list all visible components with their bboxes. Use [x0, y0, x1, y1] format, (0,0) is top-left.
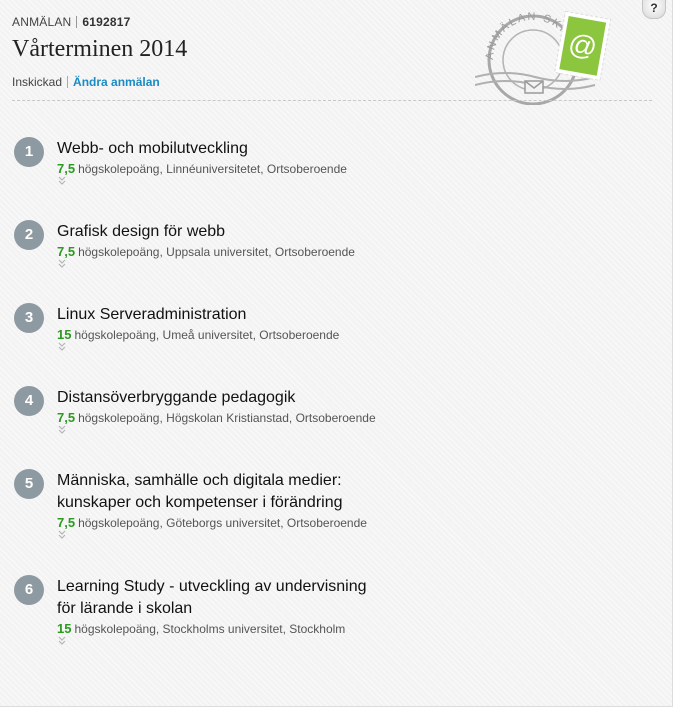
header-divider: [12, 100, 652, 101]
sent-stamp: ANMÄLAN SKICKAD @: [475, 5, 612, 105]
course-title: Webb- och mobilutveckling: [57, 138, 617, 160]
priority-badge: 4: [14, 386, 44, 416]
course-title: Linux Serveradministration: [57, 304, 617, 326]
course-meta: 15 högskolepoäng, Stockholms universitet,…: [57, 621, 346, 636]
course-details: Människa, samhälle och digitala medier: k…: [57, 462, 617, 540]
help-button[interactable]: ?: [642, 0, 666, 19]
kicker-separator: [76, 16, 78, 28]
priority-badge: 1: [14, 137, 44, 167]
expand-details-chevron-icon[interactable]: [57, 636, 69, 646]
course-university: Stockholms universitet: [162, 622, 283, 636]
credits-unit: högskolepoäng: [78, 245, 160, 259]
priority-badge: 5: [14, 469, 44, 499]
course-location: Stockholm: [289, 622, 346, 636]
credits-unit: högskolepoäng: [78, 162, 160, 176]
credits-unit: högskolepoäng: [74, 328, 156, 342]
credits-unit: högskolepoäng: [78, 411, 160, 425]
expand-details-chevron-icon[interactable]: [57, 425, 69, 435]
course-location: Ortsoberoende: [259, 328, 340, 342]
course-credits: 7,5: [57, 515, 76, 530]
course-location: Ortsoberoende: [286, 516, 367, 530]
course-university: Uppsala universitet: [166, 245, 269, 259]
course-title-line: Distansöverbryggande pedagogik: [57, 389, 296, 406]
expand-details-chevron-icon[interactable]: [57, 342, 69, 352]
course-title-line: Learning Study - utveckling av undervisn…: [57, 578, 367, 595]
course-credits: 7,5: [57, 410, 76, 425]
course-details: Distansöverbryggande pedagogik 7,5 högskol…: [57, 379, 617, 435]
status-row: Inskickad Ändra anmälan: [12, 75, 187, 89]
page-title: Vårterminen 2014: [12, 36, 188, 62]
course-details: Grafisk design för webb 7,5 högskolepoäng,…: [57, 213, 617, 269]
credits-unit: högskolepoäng: [74, 622, 156, 636]
application-header: ANMÄLAN 6192817 Vårterminen 2014 Inskick…: [12, 15, 187, 89]
course-title: Grafisk design för webb: [57, 221, 617, 243]
credits-unit: högskolepoäng: [78, 516, 160, 530]
course-details: Learning Study - utveckling av undervisn…: [57, 568, 617, 646]
course-meta: 7,5 högskolepoäng, Linnéuniversitetet, Or…: [57, 161, 347, 176]
course-title: Människa, samhälle och digitala medier: k…: [57, 470, 617, 514]
course-university: Högskolan Kristianstad: [166, 411, 289, 425]
course-details: Webb- och mobilutveckling 7,5 högskolepoän…: [57, 130, 617, 186]
course-location: Ortsoberoende: [266, 162, 347, 176]
priority-badge: 6: [14, 575, 44, 605]
course-meta: 15 högskolepoäng, Umeå universitet, Ortso…: [57, 327, 340, 342]
edit-application-link[interactable]: Ändra anmälan: [73, 75, 160, 89]
priority-badge: 2: [14, 220, 44, 250]
course-title-line: Webb- och mobilutveckling: [57, 140, 248, 157]
priority-badge: 3: [14, 303, 44, 333]
course-credits: 7,5: [57, 244, 76, 259]
course-title-line: för lärande i skolan: [57, 600, 193, 617]
expand-details-chevron-icon[interactable]: [57, 176, 69, 186]
course-meta: 7,5 högskolepoäng, Högskolan Kristianstad…: [57, 410, 376, 425]
expand-details-chevron-icon[interactable]: [57, 259, 69, 269]
course-university: Umeå universitet: [162, 328, 253, 342]
course-meta: 7,5 högskolepoäng, Göteborgs universitet,…: [57, 515, 367, 530]
status-separator: [67, 76, 69, 88]
course-university: Linnéuniversitetet: [166, 162, 261, 176]
course-meta: 7,5 högskolepoäng, Uppsala universitet, O…: [57, 244, 355, 259]
course-credits: 7,5: [57, 161, 76, 176]
course-credits: 15: [57, 327, 72, 342]
status-text: Inskickad: [12, 75, 63, 89]
course-details: Linux Serveradministration 15 högskolepoän…: [57, 296, 617, 352]
course-credits: 15: [57, 621, 72, 636]
course-title-line: Grafisk design för webb: [57, 223, 226, 240]
application-number: 6192817: [82, 15, 131, 29]
course-title: Distansöverbryggande pedagogik: [57, 387, 617, 409]
course-title-line: kunskaper och kompetenser i förändring: [57, 494, 343, 511]
course-location: Ortsoberoende: [295, 411, 376, 425]
kicker-label: ANMÄLAN: [12, 15, 72, 29]
course-title-line: Människa, samhälle och digitala medier:: [57, 472, 342, 489]
expand-details-chevron-icon[interactable]: [57, 530, 69, 540]
course-university: Göteborgs universitet: [166, 516, 281, 530]
course-location: Ortsoberoende: [274, 245, 355, 259]
at-symbol-icon: @: [566, 28, 599, 63]
course-title-line: Linux Serveradministration: [57, 306, 247, 323]
envelope-icon: [524, 80, 544, 94]
application-kicker: ANMÄLAN 6192817: [12, 15, 187, 29]
course-title: Learning Study - utveckling av undervisn…: [57, 576, 617, 620]
